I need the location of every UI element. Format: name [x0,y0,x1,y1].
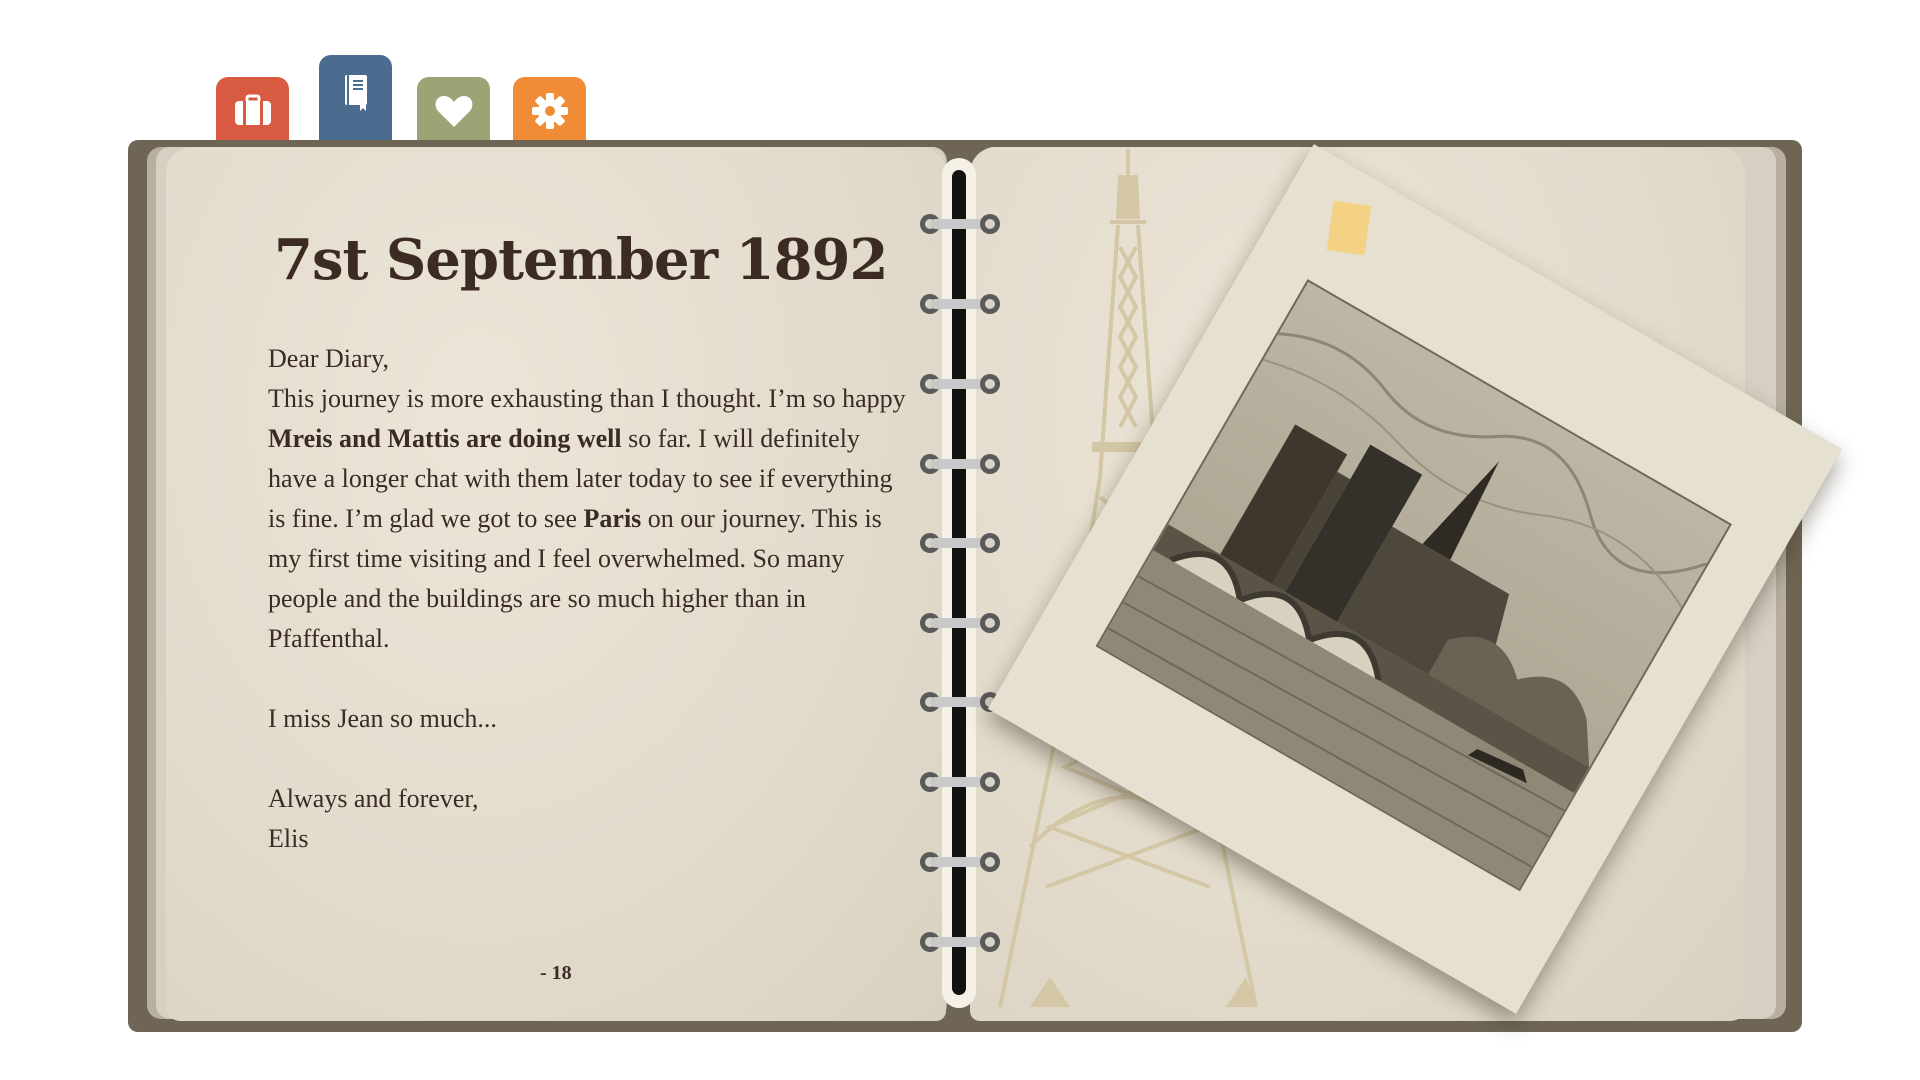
binding-ring [918,531,1002,555]
binding-ring [918,452,1002,476]
entry-closing: Always and forever, [268,784,479,813]
tape-strip [1326,200,1372,256]
entry-body-part: This journey is more exhausting than I t… [268,384,906,413]
entry-highlight-place: Paris [583,504,642,533]
tab-travel[interactable] [216,77,289,145]
binding-ring [918,372,1002,396]
entry-greeting: Dear Diary, [268,344,390,373]
binding-ring [918,690,1002,714]
tab-diary[interactable] [319,55,392,145]
binding-ring [918,770,1002,794]
binding-ring [918,292,1002,316]
entry-date-title: 7st September 1892 [274,227,888,293]
binding-ring [918,850,1002,874]
entry-signature: Elis [268,824,309,853]
binding-ring [918,212,1002,236]
suitcase-icon [234,94,271,125]
notebook-icon [344,75,367,111]
entry-body: This journey is more exhausting than I t… [268,379,908,659]
entry-highlight-names: Mreis and Mattis are doing well [268,424,622,453]
notre-dame-etching-image [1095,279,1732,892]
binding-ring [918,930,1002,954]
gear-icon [531,93,568,129]
tab-favorites[interactable] [417,77,490,145]
diary-entry-text: Dear Diary, This journey is more exhaust… [268,339,908,859]
page-number: - 18 [540,962,572,984]
tab-settings[interactable] [513,77,586,145]
entry-miss-line: I miss Jean so much... [268,704,497,733]
heart-icon [435,96,472,127]
left-page: 7st September 1892 Dear Diary, This jour… [166,147,946,1021]
binding-ring [918,611,1002,635]
